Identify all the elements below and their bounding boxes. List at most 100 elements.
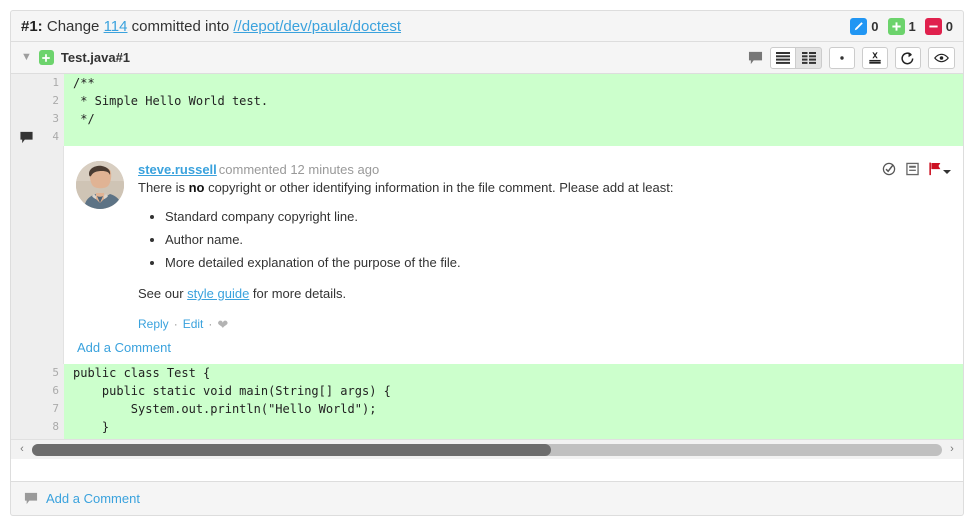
code-text: System.out.println("Hello World"); <box>64 400 963 418</box>
chevron-down-icon[interactable]: ▼ <box>21 52 32 63</box>
code-line[interactable]: 3 */ <box>11 110 963 128</box>
line-number: 3 <box>41 110 64 128</box>
code-text: public static void main(String[] args) { <box>64 382 963 400</box>
line-number: 7 <box>41 400 64 418</box>
comment-thread-body: steve.russellcommented 12 minutes ago <box>64 146 963 364</box>
code-line[interactable]: 8 } <box>11 418 963 436</box>
vote-badges: 0 1 0 <box>850 18 953 35</box>
scroll-track[interactable] <box>32 444 942 456</box>
scroll-right-arrow[interactable]: › <box>945 444 959 455</box>
user-avatar[interactable] <box>76 161 124 209</box>
chevron-down-icon[interactable] <box>943 170 951 174</box>
code-line[interactable]: 5 public class Test { <box>11 364 963 382</box>
download-icon-button[interactable] <box>862 47 888 69</box>
code-line[interactable]: 6 public static void main(String[] args)… <box>11 382 963 400</box>
horizontal-scrollbar[interactable]: ‹ › <box>11 439 963 459</box>
diff-body: 1 /** 2 * Simple Hello World test. 3 */ <box>11 74 963 459</box>
badge-count-up: 1 <box>909 20 916 33</box>
action-separator: · <box>208 317 212 331</box>
closing-before: See our <box>138 286 187 301</box>
comment-author-link[interactable]: steve.russell <box>138 162 217 177</box>
scroll-left-arrow[interactable]: ‹ <box>15 444 29 455</box>
comment-meta-row: steve.russellcommented 12 minutes ago <box>138 162 951 178</box>
comment-bubble-icon[interactable] <box>748 51 763 65</box>
change-number-link[interactable]: 114 <box>104 18 128 35</box>
check-circle-icon[interactable] <box>882 162 896 176</box>
style-guide-link[interactable]: style guide <box>187 286 249 301</box>
comment-bullet-list: Standard company copyright line. Author … <box>138 208 951 271</box>
code-line[interactable]: 4 <box>11 128 963 146</box>
line-number: 6 <box>41 382 64 400</box>
code-text <box>64 128 963 146</box>
code-text: */ <box>64 110 963 128</box>
comment-timestamp: commented 12 minutes ago <box>219 162 379 177</box>
file-header: ▼ Test.java#1 <box>11 42 963 74</box>
gutter-marker <box>11 400 41 418</box>
add-comment-link[interactable]: Add a Comment <box>77 340 171 355</box>
minus-icon <box>925 18 942 35</box>
file-panel: ▼ Test.java#1 <box>10 42 964 482</box>
comment-intro-before: There is <box>138 180 189 195</box>
code-line[interactable]: 7 System.out.println("Hello World"); <box>11 400 963 418</box>
gutter-marker <box>11 92 41 110</box>
heart-icon[interactable]: ❤ <box>217 318 228 331</box>
inline-comment-thread: steve.russellcommented 12 minutes ago <box>11 146 963 364</box>
unified-view-button[interactable] <box>770 47 796 69</box>
comment-content: steve.russellcommented 12 minutes ago <box>138 161 951 331</box>
line-number: 5 <box>41 364 64 382</box>
file-name: Test.java#1 <box>61 50 130 65</box>
review-header: #1: Change 114 committed into //depot/de… <box>10 10 964 42</box>
badge-count-votes: 0 <box>871 20 878 33</box>
pencil-icon <box>850 18 867 35</box>
badge-votes-up[interactable]: 0 <box>850 18 878 35</box>
line-number: 2 <box>41 92 64 110</box>
line-comment-indicator-icon[interactable] <box>11 128 41 146</box>
comment-body: There is no copyright or other identifyi… <box>138 179 951 302</box>
review-page: #1: Change 114 committed into //depot/de… <box>0 0 974 520</box>
review-title: #1: Change 114 committed into //depot/de… <box>21 18 401 35</box>
list-item: Author name. <box>165 231 951 248</box>
add-comment-inline: Add a Comment <box>64 331 963 364</box>
footer-add-comment-link[interactable]: Add a Comment <box>46 491 140 506</box>
gutter-marker <box>11 418 41 436</box>
view-mode-group <box>770 47 822 69</box>
line-number: 8 <box>41 418 64 436</box>
line-number: 4 <box>41 128 64 146</box>
list-item: More detailed explanation of the purpose… <box>165 254 951 271</box>
file-added-plus-icon <box>39 50 54 65</box>
flag-icon[interactable] <box>929 162 951 176</box>
archive-icon[interactable] <box>906 162 919 176</box>
code-line[interactable]: 2 * Simple Hello World test. <box>11 92 963 110</box>
gutter-marker <box>11 74 41 92</box>
reply-link[interactable]: Reply <box>138 317 169 331</box>
badge-count-down: 0 <box>946 20 953 33</box>
depot-path-link[interactable]: //depot/dev/paula/doctest <box>233 18 401 35</box>
code-block-top: 1 /** 2 * Simple Hello World test. 3 */ <box>11 74 963 146</box>
comment-card: steve.russellcommented 12 minutes ago <box>64 156 963 331</box>
badge-up-votes[interactable]: 1 <box>888 18 916 35</box>
more-options-button[interactable] <box>829 47 855 69</box>
gutter-marker <box>11 364 41 382</box>
comment-closing: See our style guide for more details. <box>138 285 951 302</box>
panel-footer: Add a Comment <box>10 482 964 516</box>
comment-intro-bold: no <box>189 180 205 195</box>
code-text: /** <box>64 74 963 92</box>
comment-bubble-icon <box>24 492 38 505</box>
action-separator: · <box>174 317 178 331</box>
file-toolbar <box>748 47 955 69</box>
review-id: #1: <box>21 18 43 35</box>
scroll-thumb[interactable] <box>32 444 551 456</box>
badge-down-votes[interactable]: 0 <box>925 18 953 35</box>
open-external-icon-button[interactable] <box>895 47 921 69</box>
eye-icon-button[interactable] <box>928 47 955 69</box>
code-text: public class Test { <box>64 364 963 382</box>
plus-icon <box>888 18 905 35</box>
review-change-word: Change <box>47 18 100 35</box>
code-text: } <box>64 418 963 436</box>
edit-link[interactable]: Edit <box>183 317 204 331</box>
review-committed-text: committed into <box>132 18 230 35</box>
gutter-marker <box>11 110 41 128</box>
comment-intro: There is no copyright or other identifyi… <box>138 179 951 196</box>
side-by-side-view-button[interactable] <box>796 47 822 69</box>
code-line[interactable]: 1 /** <box>11 74 963 92</box>
